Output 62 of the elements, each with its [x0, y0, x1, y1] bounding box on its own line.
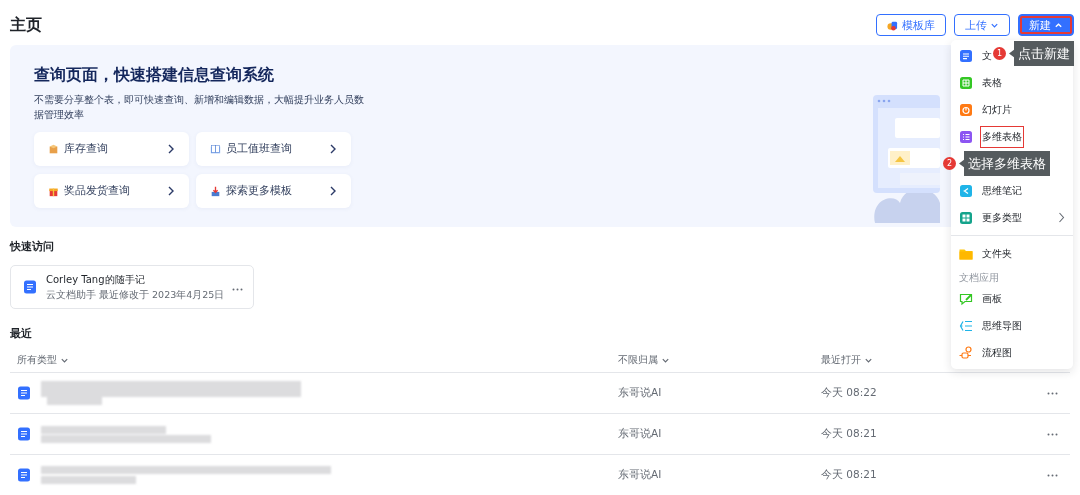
caret-icon — [1054, 20, 1063, 30]
banner-description: 不需要分享整个表，即可快速查询、新增和编辑数据，大幅提升业务人员数据管理效率 — [34, 93, 364, 122]
menu-item[interactable]: 幻灯片 — [951, 96, 1073, 123]
page-title: 主页 — [10, 14, 42, 36]
menu-item[interactable]: 思维笔记 — [951, 177, 1073, 204]
owner-cell: 东哥说AI — [618, 386, 662, 400]
menu-item[interactable]: 表格 — [951, 69, 1073, 96]
chevron-right-icon — [329, 186, 337, 196]
document-icon — [17, 468, 31, 482]
menu-item[interactable]: 画板 — [951, 285, 1073, 312]
sheet-icon — [959, 75, 973, 90]
opened-time-cell: 今天 08:22 — [821, 386, 877, 400]
grid-icon — [959, 210, 973, 225]
template-link[interactable]: 员工值班查询 — [196, 132, 351, 166]
template-icon — [887, 19, 898, 31]
template-link[interactable]: 奖品发货查询 — [34, 174, 189, 208]
document-icon — [959, 48, 973, 63]
new-button[interactable]: 新建 — [1018, 14, 1074, 36]
document-icon — [17, 427, 31, 441]
book-icon — [210, 143, 221, 155]
column-filter[interactable]: 最近打开 — [821, 353, 873, 367]
owner-cell: 东哥说AI — [618, 468, 662, 482]
banner-title: 查询页面，快速搭建信息查询系统 — [34, 65, 275, 86]
mind-map-icon — [959, 318, 973, 333]
opened-time-cell: 今天 08:21 — [821, 427, 877, 441]
template-library-button[interactable]: 模板库 — [876, 14, 946, 36]
template-link[interactable]: 探索更多模板 — [196, 174, 351, 208]
download-icon — [210, 185, 221, 197]
mind-note-icon — [959, 183, 973, 198]
document-title: Corley Tang的随手记 — [46, 272, 146, 287]
slides-icon — [959, 102, 973, 117]
chevron-right-icon — [1058, 212, 1065, 223]
step-tooltip: 选择多维表格 — [959, 151, 1050, 176]
document-icon — [23, 280, 37, 294]
box-icon — [48, 143, 59, 155]
menu-item[interactable]: 多维表格 — [951, 123, 1073, 150]
opened-time-cell: 今天 08:21 — [821, 468, 877, 482]
document-subtitle: 云文档助手 最近修改于 2023年4月25日 — [46, 288, 226, 302]
whiteboard-icon — [959, 291, 973, 306]
chevron-right-icon — [167, 144, 175, 154]
recent-document-card[interactable]: Corley Tang的随手记 云文档助手 最近修改于 2023年4月25日 — [10, 265, 254, 309]
menu-item[interactable]: 文件夹 — [951, 240, 1073, 267]
menu-item[interactable]: 思维导图 — [951, 312, 1073, 339]
menu-section-label: 文档应用 — [958, 271, 1000, 285]
step-tooltip: 点击新建 — [1009, 41, 1074, 66]
menu-item[interactable]: 更多类型 — [951, 204, 1073, 231]
column-filter[interactable]: 所有类型 — [10, 353, 69, 367]
column-filter[interactable]: 不限归属 — [618, 353, 670, 367]
section-heading: 最近 — [10, 326, 32, 341]
more-icon[interactable] — [1047, 473, 1058, 477]
flowchart-icon — [959, 345, 973, 360]
chevron-right-icon — [329, 144, 337, 154]
list-icon — [959, 129, 973, 144]
upload-button[interactable]: 上传 — [954, 14, 1010, 36]
menu-item[interactable]: 流程图 — [951, 339, 1073, 366]
more-icon[interactable] — [1047, 432, 1058, 436]
section-heading: 快速访问 — [10, 239, 54, 254]
template-link[interactable]: 库存查询 — [34, 132, 189, 166]
more-icon[interactable] — [1047, 391, 1058, 395]
document-icon — [17, 386, 31, 400]
chevron-right-icon — [167, 186, 175, 196]
owner-cell: 东哥说AI — [618, 427, 662, 441]
